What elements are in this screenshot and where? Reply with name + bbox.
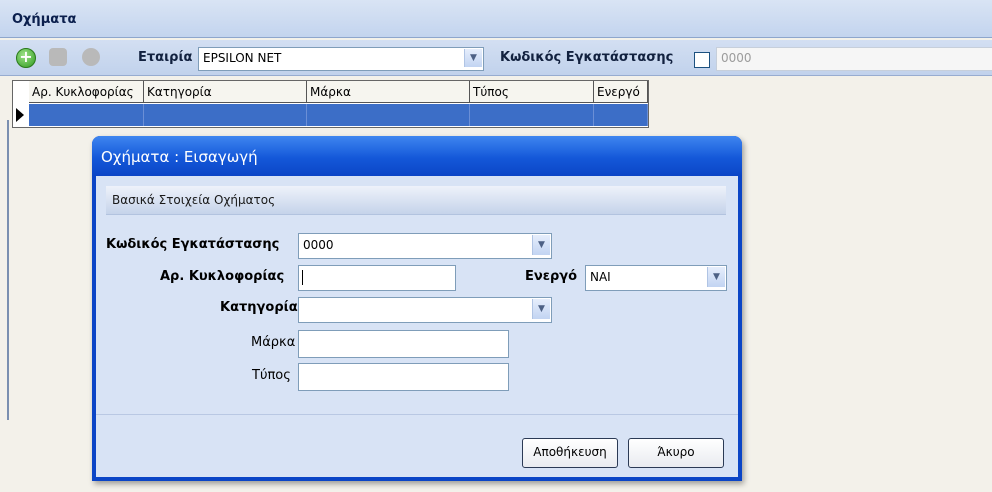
chevron-down-icon[interactable]: ▼ — [707, 267, 725, 287]
column-header-active[interactable]: Ενεργό — [594, 81, 648, 103]
active-select[interactable]: ΝΑΙ ▼ — [585, 265, 727, 291]
install-code-field-value: 0000 — [303, 238, 334, 252]
delete-icon[interactable] — [82, 48, 100, 66]
type-field-label: Τύπος — [252, 368, 291, 383]
add-icon[interactable]: + — [16, 48, 36, 68]
install-code-checkbox[interactable] — [694, 52, 710, 68]
insert-dialog: Οχήματα : Εισαγωγή Βασικά Στοιχεία Οχήμα… — [92, 136, 742, 481]
brand-field-label: Μάρκα — [251, 335, 296, 350]
table-row-cell[interactable] — [594, 104, 648, 126]
company-label: Εταιρία — [138, 50, 193, 65]
table-row-cell[interactable] — [29, 104, 144, 126]
plate-input[interactable] — [298, 265, 456, 291]
category-field-label: Κατηγορία — [220, 300, 298, 315]
company-value: EPSILON NET — [203, 51, 282, 65]
edit-icon[interactable] — [49, 48, 67, 66]
table-row-cell[interactable] — [470, 104, 594, 126]
company-select[interactable]: EPSILON NET ▼ — [198, 47, 484, 71]
type-input[interactable] — [298, 363, 509, 391]
column-header-category[interactable]: Κατηγορία — [144, 81, 307, 103]
install-code-select[interactable]: 0000 — [716, 47, 992, 71]
active-field-label: Ενεργό — [525, 269, 578, 284]
table-row-cell[interactable] — [307, 104, 470, 126]
section-title: Βασικά Στοιχεία Οχήματος — [112, 193, 276, 207]
dialog-title: Οχήματα : Εισαγωγή — [101, 148, 258, 166]
dialog-body: Βασικά Στοιχεία Οχήματος Κωδικός Εγκατάσ… — [96, 176, 738, 477]
plate-field-label: Αρ. Κυκλοφορίας — [160, 269, 285, 284]
install-code-value: 0000 — [721, 51, 752, 65]
cancel-button[interactable]: Άκυρο — [628, 438, 724, 468]
chevron-down-icon[interactable]: ▼ — [464, 49, 482, 67]
install-code-field-label: Κωδικός Εγκατάστασης — [106, 237, 280, 252]
vehicles-grid[interactable]: Αρ. Κυκλοφορίας Κατηγορία Μάρκα Τύπος Εν… — [12, 80, 649, 128]
table-row-cell[interactable] — [144, 104, 307, 126]
toolbar: + Εταιρία EPSILON NET ▼ Κωδικός Εγκατάστ… — [0, 40, 992, 76]
splitter — [7, 120, 9, 420]
install-code-field-select[interactable]: 0000 ▼ — [298, 233, 552, 259]
dialog-title-bar[interactable]: Οχήματα : Εισαγωγή — [92, 136, 742, 176]
window-title: Οχήματα — [12, 12, 77, 27]
brand-input[interactable] — [298, 330, 509, 358]
dialog-divider — [96, 414, 738, 415]
text-caret — [302, 270, 303, 285]
row-selector[interactable] — [13, 104, 30, 126]
column-header-plate[interactable]: Αρ. Κυκλοφορίας — [29, 81, 144, 103]
active-value: ΝΑΙ — [590, 270, 611, 284]
save-button[interactable]: Αποθήκευση — [522, 438, 618, 468]
category-select[interactable]: ▼ — [298, 297, 552, 323]
install-code-label: Κωδικός Εγκατάστασης — [500, 50, 674, 65]
column-header-brand[interactable]: Μάρκα — [307, 81, 470, 103]
chevron-down-icon[interactable]: ▼ — [532, 299, 550, 319]
section-header: Βασικά Στοιχεία Οχήματος — [106, 186, 726, 215]
chevron-down-icon[interactable]: ▼ — [532, 235, 550, 255]
row-pointer-icon — [16, 108, 24, 122]
column-header-type[interactable]: Τύπος — [470, 81, 594, 103]
window-title-bar: Οχήματα — [0, 0, 992, 38]
